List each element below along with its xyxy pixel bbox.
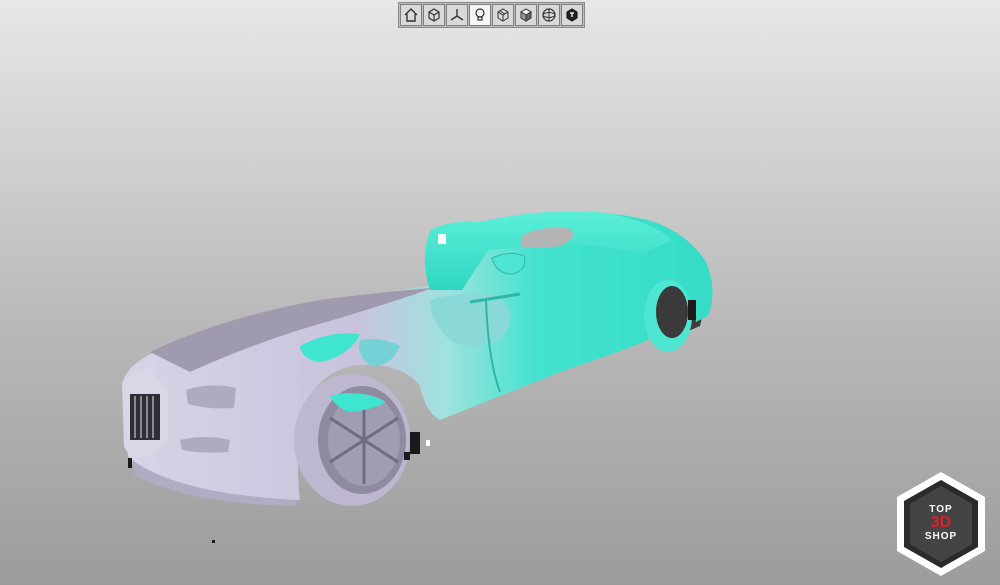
view-cube-icon xyxy=(428,8,440,22)
headlight xyxy=(186,385,236,409)
logo-shop-text: SHOP xyxy=(924,531,958,542)
lighting-button[interactable] xyxy=(469,4,491,26)
axes-icon xyxy=(450,9,464,21)
sphere-view-button[interactable] xyxy=(538,4,560,26)
top3dshop-logo: TOP 3D SHOP xyxy=(894,470,988,578)
texture-button[interactable] xyxy=(561,4,583,26)
rear-rim xyxy=(656,286,688,338)
logo-3d-text: 3D xyxy=(930,514,952,531)
shaded-cube-icon xyxy=(520,8,532,22)
view-cube-button[interactable] xyxy=(423,4,445,26)
home-icon xyxy=(404,8,418,22)
car-scan-model[interactable] xyxy=(0,0,1000,585)
home-view-button[interactable] xyxy=(400,4,422,26)
shaded-button[interactable] xyxy=(515,4,537,26)
3d-viewport[interactable]: TOP 3D SHOP xyxy=(0,0,1000,585)
fog-light xyxy=(180,437,230,453)
sphere-icon xyxy=(542,8,556,22)
view-toolbar xyxy=(398,2,585,28)
wireframe-cube-icon xyxy=(497,8,509,22)
texture-cube-icon xyxy=(566,8,578,22)
wireframe-button[interactable] xyxy=(492,4,514,26)
axes-button[interactable] xyxy=(446,4,468,26)
light-bulb-icon xyxy=(475,8,485,21)
